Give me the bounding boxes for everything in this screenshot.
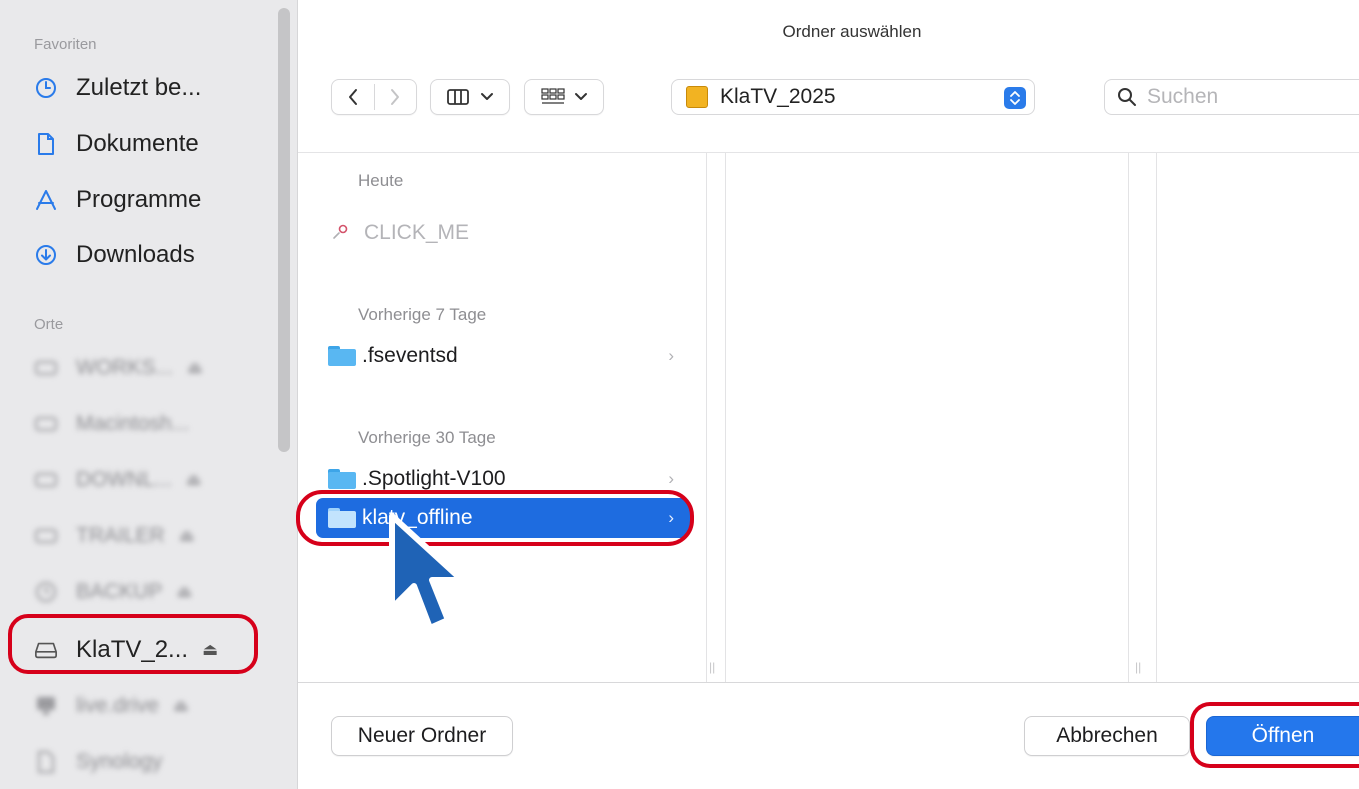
chevron-down-icon (481, 93, 493, 100)
sidebar-item-label: Zuletzt be... (76, 74, 202, 101)
search-icon (1118, 88, 1136, 106)
sidebar-item-label: Dokumente (76, 130, 199, 157)
sidebar-item-recents[interactable]: Zuletzt be... (34, 68, 264, 108)
network-drive-icon (34, 694, 58, 718)
group-header-last-7-days: Vorherige 7 Tage (358, 305, 487, 324)
sidebar-item-label: TRAILER (76, 524, 165, 547)
eject-icon[interactable]: ⏏ (187, 358, 203, 378)
sidebar-item-backup[interactable]: BACKUP ⏏ (34, 572, 264, 612)
sidebar-item-downl[interactable]: DOWNL... ⏏ (34, 460, 264, 500)
time-machine-icon (34, 580, 58, 604)
column-resize-handle[interactable]: || (709, 660, 715, 674)
sidebar-scrollbar[interactable] (278, 8, 290, 452)
sidebar-header-places: Orte (34, 316, 64, 333)
drive-icon (34, 468, 58, 492)
sidebar-item-label: Macintosh... (76, 412, 190, 435)
group-header-today: Heute (358, 171, 404, 190)
view-mode-button[interactable] (430, 79, 510, 115)
search-input[interactable] (1147, 85, 1347, 109)
folder-icon (328, 469, 356, 489)
new-folder-button[interactable]: Neuer Ordner (331, 716, 513, 756)
search-field[interactable] (1104, 79, 1359, 115)
chevron-right-icon: › (668, 508, 674, 527)
sidebar-item-label: Programme (76, 186, 202, 213)
list-item-label: CLICK_ME (364, 221, 470, 244)
window-title: Ordner auswählen (782, 22, 922, 41)
pointer-cursor-icon (389, 513, 465, 631)
list-item-label: .fseventsd (362, 344, 458, 367)
chevron-left-icon (349, 89, 357, 105)
sidebar-item-downloads[interactable]: Downloads (34, 235, 264, 275)
list-item-fseventsd[interactable]: .fseventsd › (316, 336, 690, 376)
sidebar-item-works[interactable]: WORKS... ⏏ (34, 348, 264, 388)
document-icon (34, 750, 58, 774)
eject-icon[interactable]: ⏏ (186, 470, 202, 490)
sidebar-item-applications[interactable]: Programme (34, 180, 264, 220)
grid-options-icon (541, 88, 565, 104)
sidebar-item-synology[interactable]: Synology (34, 742, 264, 782)
sidebar-item-label: Synology (76, 750, 163, 773)
eject-icon[interactable]: ⏏ (202, 640, 218, 660)
cancel-button[interactable]: Abbrechen (1024, 716, 1190, 756)
open-button[interactable]: Öffnen (1206, 716, 1359, 756)
forward-button[interactable] (374, 88, 416, 106)
browser-bottom-border (298, 682, 1359, 683)
sidebar-item-label: BACKUP (76, 580, 163, 603)
chevron-right-icon: › (668, 346, 674, 365)
chevron-right-icon (391, 89, 399, 105)
chevron-down-icon (575, 93, 587, 100)
sidebar-item-label: Downloads (76, 241, 195, 268)
app-icon (328, 222, 354, 244)
external-drive-icon (34, 638, 58, 662)
eject-icon[interactable]: ⏏ (179, 526, 195, 546)
sidebar-item-label: WORKS... (76, 356, 173, 379)
sidebar-item-klatv[interactable]: KlaTV_2... ⏏ (12, 630, 256, 670)
column-resize-handle[interactable]: || (1135, 660, 1141, 674)
path-popup-label: KlaTV_2025 (720, 85, 836, 108)
clock-icon (34, 76, 58, 100)
column-divider[interactable] (725, 153, 726, 682)
back-forward-control (331, 79, 417, 115)
sidebar-item-macintosh[interactable]: Macintosh... (34, 404, 264, 444)
sidebar-item-trailer[interactable]: TRAILER ⏏ (34, 516, 264, 556)
document-icon (34, 132, 58, 156)
browser-top-border (298, 152, 1359, 153)
list-item-spotlight[interactable]: .Spotlight-V100 › (316, 459, 690, 499)
download-icon (34, 243, 58, 267)
path-popup[interactable]: KlaTV_2025 (671, 79, 1035, 115)
column-divider[interactable] (1128, 153, 1129, 682)
applications-icon (34, 188, 58, 212)
chevron-right-icon: › (668, 469, 674, 488)
sidebar-item-label: KlaTV_2... (76, 636, 189, 663)
drive-icon (34, 356, 58, 380)
column-divider[interactable] (706, 153, 707, 682)
list-item-click-me: CLICK_ME (316, 213, 690, 253)
sidebar-item-documents[interactable]: Dokumente (34, 124, 264, 164)
drive-icon (34, 412, 58, 436)
eject-icon[interactable]: ⏏ (176, 582, 192, 602)
folder-icon (328, 346, 356, 366)
segment-divider (374, 84, 375, 110)
external-drive-icon (686, 86, 708, 108)
eject-icon[interactable]: ⏏ (173, 696, 189, 716)
back-button[interactable] (332, 88, 374, 106)
sidebar-item-live-drive[interactable]: live.drive ⏏ (34, 686, 264, 726)
drive-icon (34, 524, 58, 548)
list-item-label: .Spotlight-V100 (362, 467, 506, 490)
columns-view-icon (447, 89, 469, 105)
sidebar: Favoriten Zuletzt be... Dokumente Progra… (0, 0, 298, 789)
sidebar-header-favorites: Favoriten (34, 36, 97, 53)
updown-chevron-icon (1004, 87, 1026, 109)
list-item-klatv-offline[interactable]: klatv_offline › (316, 498, 690, 538)
group-by-button[interactable] (524, 79, 604, 115)
sidebar-item-label: DOWNL... (76, 468, 172, 491)
column-divider[interactable] (1156, 153, 1157, 682)
sidebar-item-label: live.drive (76, 694, 159, 717)
folder-icon (328, 508, 356, 528)
group-header-last-30-days: Vorherige 30 Tage (358, 428, 496, 447)
